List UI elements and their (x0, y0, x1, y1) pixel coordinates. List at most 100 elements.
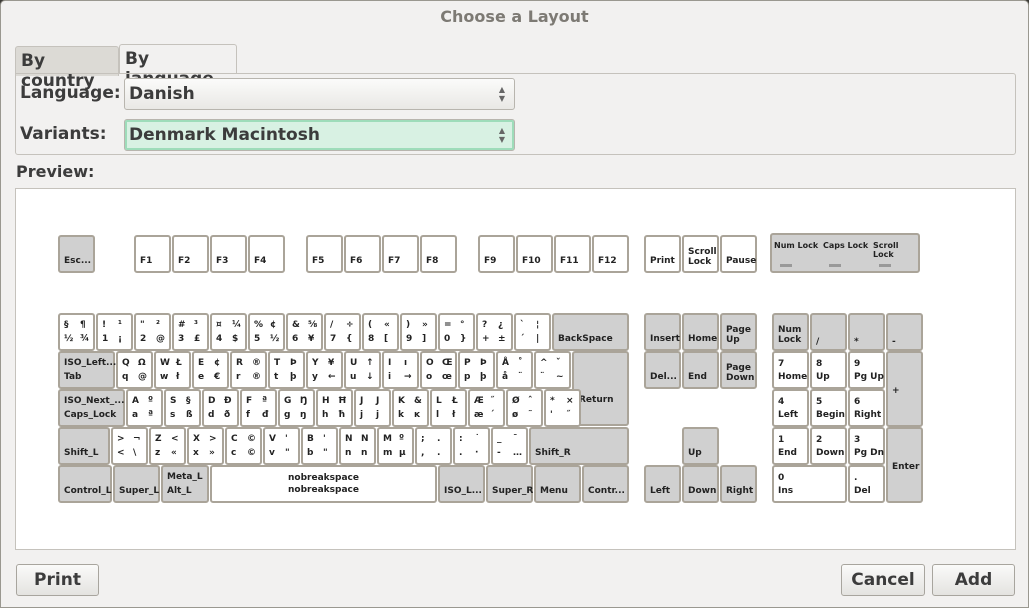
key[interactable]: ! ¹ 1 ¡ (96, 313, 133, 351)
language-combo[interactable]: Danish ▲ ▼ (124, 78, 515, 110)
key-numpad[interactable]: Num Lock (772, 313, 809, 351)
key[interactable]: WŁwł (154, 351, 191, 389)
key[interactable]: % ¢ 5 ½ (248, 313, 285, 351)
key[interactable]: Mºmµ (377, 427, 414, 465)
key[interactable]: ¤ ¼ 4 $ (210, 313, 247, 351)
key[interactable]: § ¶ ½ ¾ (58, 313, 95, 351)
key-nav[interactable]: Home (682, 313, 719, 351)
key-modifier[interactable]: Menu (534, 465, 581, 503)
tab-by-country[interactable]: By country (15, 46, 119, 91)
key-numpad[interactable]: 7 Home (772, 351, 809, 389)
key[interactable]: E ¢ e € (192, 351, 229, 389)
key[interactable]: Iı i → (382, 351, 419, 389)
key[interactable]: OŒoœ (420, 351, 457, 389)
key[interactable]: HĦhħ (316, 389, 353, 427)
key[interactable]: R ® r ® (230, 351, 267, 389)
key[interactable]: / ÷ 7 { (324, 313, 361, 351)
key[interactable]: K & k ĸ (392, 389, 429, 427)
key-nav[interactable]: Down (682, 465, 719, 503)
key-fn[interactable]: F10 (516, 235, 553, 273)
key[interactable]: Fª f đ (240, 389, 277, 427)
key[interactable]: ^ ˇ ¨ ~ (534, 351, 571, 389)
key-numpad[interactable]: 9 Pg Up (848, 351, 885, 389)
key-fn[interactable]: F9 (478, 235, 515, 273)
key-fn[interactable]: F7 (382, 235, 419, 273)
key-fn[interactable]: Pause (720, 235, 757, 273)
key-numpad[interactable]: 4 Left (772, 389, 809, 427)
key-nav[interactable]: Left (644, 465, 681, 503)
key[interactable]: J Jj j (354, 389, 391, 427)
key[interactable]: ) » 9] (400, 313, 437, 351)
key-fn[interactable]: F2 (172, 235, 209, 273)
key[interactable]: S § s ß (164, 389, 201, 427)
key[interactable]: * × ' ˝ (544, 389, 581, 427)
key[interactable]: LŁl ł (430, 389, 467, 427)
key[interactable]: (« 8 [ (362, 313, 399, 351)
key-numpad[interactable]: 1 End (772, 427, 809, 465)
key-nav[interactable]: Right (720, 465, 757, 503)
key-fn[interactable]: F12 (592, 235, 629, 273)
key-modifier[interactable]: Meta_L Alt_L (161, 465, 209, 503)
key-modifier[interactable]: Super_L (113, 465, 160, 503)
key[interactable]: NNnn (339, 427, 376, 465)
key-modifier[interactable]: Contr... (582, 465, 629, 503)
key-modifier[interactable]: Shift_R (529, 427, 629, 465)
key-fn[interactable]: F6 (344, 235, 381, 273)
key[interactable]: B ' b " (301, 427, 338, 465)
key[interactable]: DÐdð (202, 389, 239, 427)
key-fn[interactable]: F1 (134, 235, 171, 273)
key-modifier[interactable]: Shift_L (58, 427, 110, 465)
key[interactable]: GŊgŋ (278, 389, 315, 427)
key-nav[interactable]: Page Up (720, 313, 757, 351)
key-fn[interactable]: F5 (306, 235, 343, 273)
key[interactable]: Y ¥ y ← (306, 351, 343, 389)
key[interactable]: Q Ωq @ (116, 351, 153, 389)
cancel-button[interactable]: Cancel (841, 564, 925, 596)
key-modifier[interactable]: ISO_Next_... Caps_Lock (58, 389, 125, 427)
key-fn[interactable]: Esc... (58, 235, 95, 273)
key-modifier[interactable]: BackSpace (552, 313, 629, 351)
key[interactable]: " ² 2 @ (134, 313, 171, 351)
key[interactable]: Z < z « (149, 427, 186, 465)
variants-combo[interactable]: Denmark Macintosh ▲ ▼ (124, 119, 515, 151)
key-numpad[interactable]: . Del (848, 465, 885, 503)
key-numpad[interactable]: 3 Pg Dn (848, 427, 885, 465)
key[interactable]: _ ¯ -… (491, 427, 528, 465)
key[interactable]: TÞt þ (268, 351, 305, 389)
key[interactable]: X > x » (187, 427, 224, 465)
print-button[interactable]: Print (16, 564, 99, 596)
key-numpad[interactable]: Enter (886, 427, 923, 503)
key-numpad[interactable]: 8 Up (810, 351, 847, 389)
key-numpad[interactable]: 5 Begin (810, 389, 847, 427)
key-modifier[interactable]: ISO_Left... Tab (58, 351, 116, 389)
key[interactable]: V ' v " (263, 427, 300, 465)
key-numpad[interactable]: + (886, 351, 923, 427)
add-button[interactable]: Add (932, 564, 1015, 596)
key[interactable]: ;.,. (415, 427, 452, 465)
key-fn[interactable]: F8 (420, 235, 457, 273)
key[interactable]: Ø ˆ ø ˜ (506, 389, 543, 427)
key-fn[interactable]: F3 (210, 235, 247, 273)
key-fn[interactable]: Print (644, 235, 681, 273)
key[interactable]: Æ ˝ æ ´ (468, 389, 505, 427)
key-numpad[interactable]: * (848, 313, 885, 351)
key[interactable]: Å ˚ å ¨ (496, 351, 533, 389)
key[interactable]: ? ¿ + ± (476, 313, 513, 351)
key-nav[interactable]: Page Down (720, 351, 757, 389)
key-modifier[interactable]: ISO_L... (438, 465, 485, 503)
key-nav[interactable]: End (682, 351, 719, 389)
key-numpad[interactable]: 2 Down (810, 427, 847, 465)
key[interactable]: nobreakspace nobreakspace (210, 465, 437, 503)
key-numpad[interactable]: - (886, 313, 923, 351)
key-modifier[interactable]: Control_L (58, 465, 112, 503)
key[interactable]: : ˙. · (453, 427, 490, 465)
key[interactable]: ` ¦ ´ | (514, 313, 551, 351)
key-fn[interactable]: F11 (554, 235, 591, 273)
key[interactable]: = ° 0} (438, 313, 475, 351)
key-numpad[interactable]: / (810, 313, 847, 351)
key-nav[interactable]: Up (682, 427, 719, 465)
key-fn[interactable]: Scroll Lock (682, 235, 719, 273)
key[interactable]: Aºaª (126, 389, 163, 427)
key[interactable]: U ↑ u ↓ (344, 351, 381, 389)
key[interactable]: C © c © (225, 427, 262, 465)
